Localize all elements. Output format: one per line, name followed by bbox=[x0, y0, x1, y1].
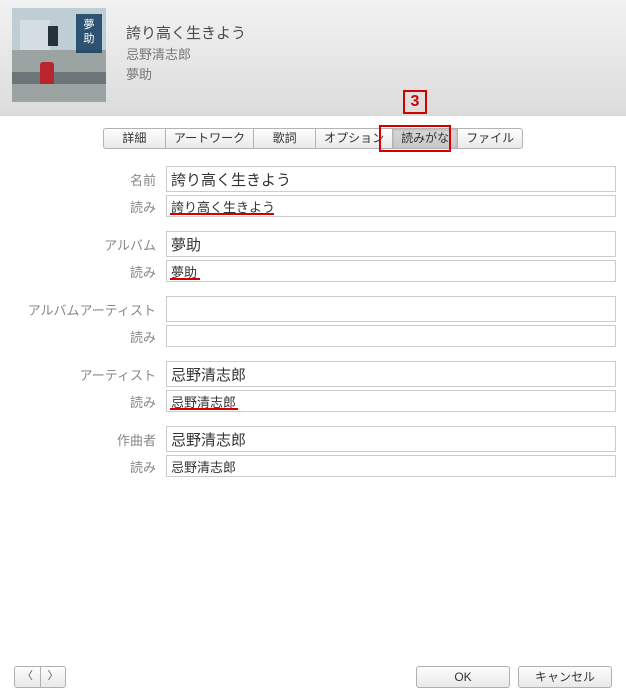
label-name-yomi: 読み bbox=[10, 197, 166, 216]
label-album: アルバム bbox=[10, 235, 166, 254]
input-album[interactable] bbox=[166, 231, 616, 257]
prev-button[interactable]: 〈 bbox=[14, 666, 40, 688]
track-title: 誇り高く生きよう bbox=[126, 22, 246, 45]
tab-4[interactable]: 読みがな bbox=[392, 128, 457, 149]
tabs-row: 詳細アートワーク歌詞オプション読みがなファイル bbox=[0, 128, 626, 149]
tab-3[interactable]: オプション bbox=[315, 128, 392, 149]
tab-1[interactable]: アートワーク bbox=[165, 128, 253, 149]
label-composer: 作曲者 bbox=[10, 430, 166, 449]
label-album-artist-yomi: 読み bbox=[10, 327, 166, 346]
input-album-artist-yomi[interactable] bbox=[166, 325, 616, 347]
tab-2[interactable]: 歌詞 bbox=[253, 128, 315, 149]
underline-name-yomi bbox=[170, 213, 274, 215]
label-artist: アーティスト bbox=[10, 365, 166, 384]
album-art: 夢 助 bbox=[12, 8, 106, 102]
underline-artist-yomi bbox=[170, 408, 238, 410]
ok-button[interactable]: OK bbox=[416, 666, 510, 688]
tab-0[interactable]: 詳細 bbox=[103, 128, 165, 149]
form-area: 名前 読み アルバム 読み bbox=[10, 166, 616, 491]
label-composer-yomi: 読み bbox=[10, 457, 166, 476]
art-banner-char: 夢 bbox=[76, 18, 102, 32]
input-artist[interactable] bbox=[166, 361, 616, 387]
art-banner-char: 助 bbox=[76, 32, 102, 46]
cancel-button[interactable]: キャンセル bbox=[518, 666, 612, 688]
annotation-callout-3: 3 bbox=[403, 90, 427, 114]
label-artist-yomi: 読み bbox=[10, 392, 166, 411]
tab-5[interactable]: ファイル bbox=[457, 128, 523, 149]
label-album-artist: アルバムアーティスト bbox=[10, 300, 166, 319]
track-artist: 忌野清志郎 bbox=[126, 45, 246, 65]
label-album-yomi: 読み bbox=[10, 262, 166, 281]
input-album-artist[interactable] bbox=[166, 296, 616, 322]
input-composer[interactable] bbox=[166, 426, 616, 452]
input-composer-yomi[interactable] bbox=[166, 455, 616, 477]
next-button[interactable]: 〉 bbox=[40, 666, 66, 688]
header: 夢 助 誇り高く生きよう 忌野清志郎 夢助 bbox=[0, 0, 626, 116]
track-album: 夢助 bbox=[126, 65, 246, 85]
input-album-yomi[interactable] bbox=[166, 260, 616, 282]
footer: 〈 〉 OK キャンセル bbox=[14, 666, 612, 688]
header-text: 誇り高く生きよう 忌野清志郎 夢助 bbox=[106, 8, 246, 115]
underline-album-yomi bbox=[170, 278, 200, 280]
input-name[interactable] bbox=[166, 166, 616, 192]
label-name: 名前 bbox=[10, 170, 166, 189]
